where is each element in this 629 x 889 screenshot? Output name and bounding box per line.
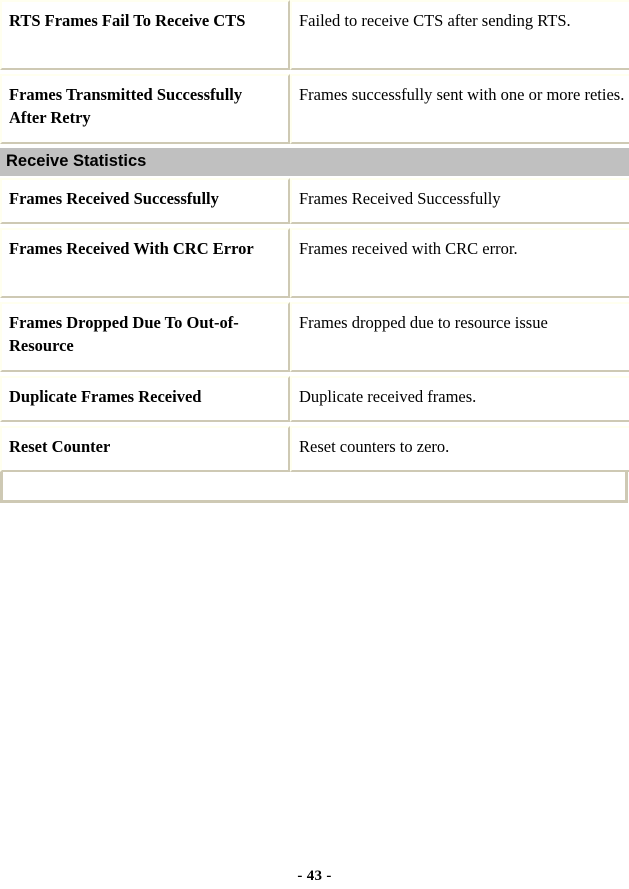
row-label-text: Frames Received Successfully [9, 189, 219, 208]
row-description-cell: Duplicate received frames. [290, 376, 629, 422]
row-description-text: Duplicate received frames. [299, 387, 477, 406]
table-row: RTS Frames Fail To Receive CTS Failed to… [0, 0, 629, 70]
section-header-cell: Receive Statistics [0, 144, 629, 178]
row-description-cell: Failed to receive CTS after sending RTS. [290, 0, 629, 70]
section-header-label: Receive Statistics [0, 148, 629, 176]
statistics-table: RTS Frames Fail To Receive CTS Failed to… [0, 0, 629, 472]
row-description-text: Frames dropped due to resource issue [299, 313, 548, 332]
row-label-text: Frames Transmitted Successfully After Re… [9, 85, 243, 128]
row-description-text: Frames received with CRC error. [299, 239, 518, 258]
row-description-text: Failed to receive CTS after sending RTS. [299, 11, 571, 30]
row-description-text: Frames Received Successfully [299, 189, 501, 208]
row-description-text: Frames successfully sent with one or mor… [299, 85, 625, 104]
row-description-cell: Reset counters to zero. [290, 426, 629, 472]
statistics-table-body: RTS Frames Fail To Receive CTS Failed to… [0, 0, 629, 472]
row-label-cell: RTS Frames Fail To Receive CTS [0, 0, 290, 70]
row-label-text: Reset Counter [9, 437, 111, 456]
row-description-cell: Frames received with CRC error. [290, 228, 629, 298]
row-label-text: Frames Dropped Due To Out-of-Resource [9, 313, 239, 356]
row-label-text: Duplicate Frames Received [9, 387, 202, 406]
table-row: Frames Transmitted Successfully After Re… [0, 74, 629, 144]
page-number-footer: - 43 - [297, 868, 332, 884]
row-label-text: RTS Frames Fail To Receive CTS [9, 11, 246, 30]
row-description-cell: Frames dropped due to resource issue [290, 302, 629, 372]
table-row: Frames Received Successfully Frames Rece… [0, 178, 629, 224]
table-row: Duplicate Frames Received Duplicate rece… [0, 376, 629, 422]
table-row: Frames Received With CRC Error Frames re… [0, 228, 629, 298]
row-label-cell: Frames Transmitted Successfully After Re… [0, 74, 290, 144]
row-label-cell: Frames Dropped Due To Out-of-Resource [0, 302, 290, 372]
table-row: Reset Counter Reset counters to zero. [0, 426, 629, 472]
row-label-cell: Frames Received Successfully [0, 178, 290, 224]
row-description-cell: Frames successfully sent with one or mor… [290, 74, 629, 144]
row-description-cell: Frames Received Successfully [290, 178, 629, 224]
row-label-cell: Frames Received With CRC Error [0, 228, 290, 298]
row-label-cell: Reset Counter [0, 426, 290, 472]
section-header-row: Receive Statistics [0, 144, 629, 178]
row-label-cell: Duplicate Frames Received [0, 376, 290, 422]
table-row: Frames Dropped Due To Out-of-Resource Fr… [0, 302, 629, 372]
row-label-text: Frames Received With CRC Error [9, 239, 254, 258]
row-description-text: Reset counters to zero. [299, 437, 450, 456]
document-page: RTS Frames Fail To Receive CTS Failed to… [0, 0, 629, 889]
